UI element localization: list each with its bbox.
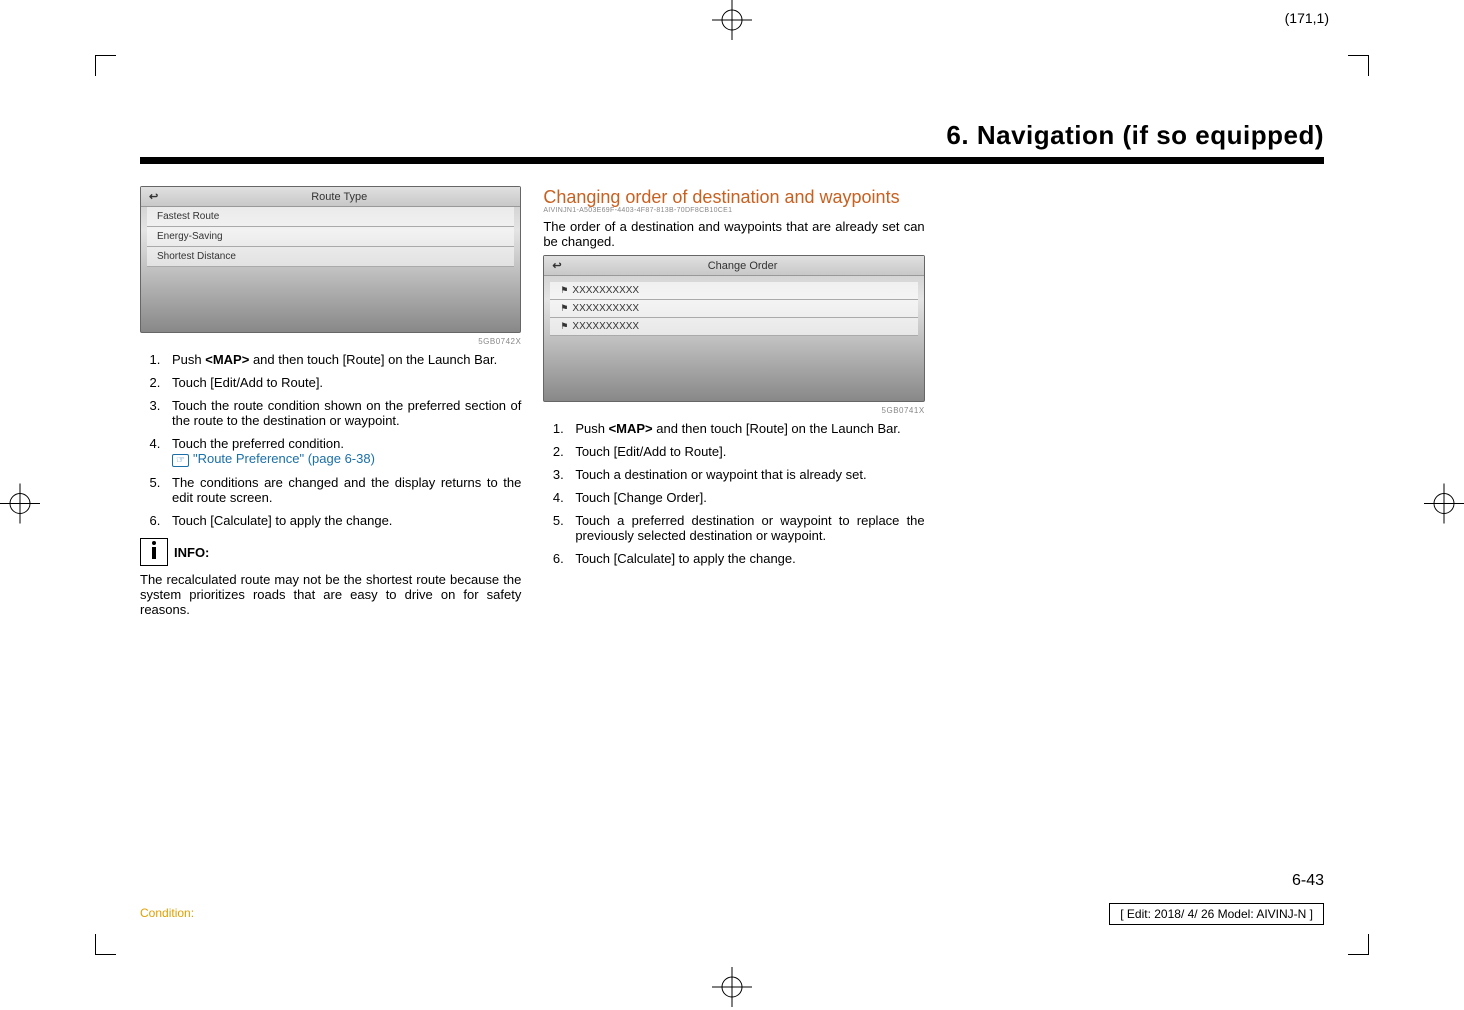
flag-icon: ⚑	[560, 321, 568, 332]
screenshot-title: Change Order	[570, 260, 916, 272]
pointer-icon: ☞	[172, 454, 189, 467]
step-item: Touch a preferred destination or waypoin…	[567, 513, 924, 543]
crop-mark-icon	[712, 0, 752, 43]
crop-mark-icon	[0, 484, 40, 527]
back-arrow-icon: ↩	[552, 259, 561, 272]
screenshot-title: Route Type	[166, 191, 512, 203]
change-order-screenshot: ↩ Change Order ⚑XXXXXXXXXX ⚑XXXXXXXXXX ⚑…	[543, 255, 924, 402]
step-item: Touch [Calculate] to apply the change.	[164, 513, 521, 528]
step-item: Push <MAP> and then touch [Route] on the…	[567, 421, 924, 436]
screenshot-row: Fastest Route	[147, 207, 514, 227]
flag-icon: ⚑	[560, 285, 568, 296]
step-item: Touch [Calculate] to apply the change.	[567, 551, 924, 566]
page-number-top: (171,1)	[1285, 10, 1329, 26]
screenshot-row: ⚑XXXXXXXXXX	[550, 318, 917, 336]
subheading: Changing order of destination and waypoi…	[543, 186, 924, 215]
image-code: 5GB0742X	[140, 337, 521, 346]
screenshot-row: Shortest Distance	[147, 247, 514, 267]
page-number-bottom: 6-43	[1292, 872, 1324, 890]
chapter-title: 6. Navigation (if so equipped)	[140, 120, 1324, 157]
info-label: INFO:	[174, 545, 209, 560]
chapter-rule	[140, 157, 1324, 164]
crop-corner-icon	[95, 55, 116, 76]
route-type-screenshot: ↩ Route Type Fastest Route Energy-Saving…	[140, 186, 521, 333]
crop-corner-icon	[1348, 55, 1369, 76]
screenshot-row: ⚑XXXXXXXXXX	[550, 300, 917, 318]
step-item: Touch a destination or waypoint that is …	[567, 467, 924, 482]
screenshot-row: Energy-Saving	[147, 227, 514, 247]
steps-list: Push <MAP> and then touch [Route] on the…	[543, 421, 924, 566]
step-item: Touch [Edit/Add to Route].	[567, 444, 924, 459]
crop-mark-icon	[1424, 484, 1464, 527]
crop-corner-icon	[1348, 934, 1369, 955]
steps-list: Push <MAP> and then touch [Route] on the…	[140, 352, 521, 528]
cross-reference-link: ☞"Route Preference" (page 6-38)	[172, 451, 375, 466]
crop-corner-icon	[95, 934, 116, 955]
step-item: Touch the preferred condition. ☞"Route P…	[164, 436, 521, 467]
step-item: Touch [Edit/Add to Route].	[164, 375, 521, 390]
info-text: The recalculated route may not be the sh…	[140, 572, 521, 617]
back-arrow-icon: ↩	[149, 190, 158, 203]
step-item: Push <MAP> and then touch [Route] on the…	[164, 352, 521, 367]
guid-code: AIVINJN1-A503E69F-4403-4F87-813B-70DF8CB…	[543, 207, 924, 216]
flag-icon: ⚑	[560, 303, 568, 314]
step-item: The conditions are changed and the displ…	[164, 475, 521, 505]
info-icon	[140, 538, 168, 566]
condition-label: Condition:	[140, 906, 194, 920]
image-code: 5GB0741X	[543, 406, 924, 415]
step-item: Touch [Change Order].	[567, 490, 924, 505]
info-heading: INFO:	[140, 538, 521, 566]
screenshot-row: ⚑XXXXXXXXXX	[550, 282, 917, 300]
crop-mark-icon	[712, 967, 752, 1010]
intro-text: The order of a destination and waypoints…	[543, 219, 924, 249]
step-item: Touch the route condition shown on the p…	[164, 398, 521, 428]
empty-column	[943, 186, 1324, 621]
edit-info-box: [ Edit: 2018/ 4/ 26 Model: AIVINJ-N ]	[1109, 903, 1324, 925]
